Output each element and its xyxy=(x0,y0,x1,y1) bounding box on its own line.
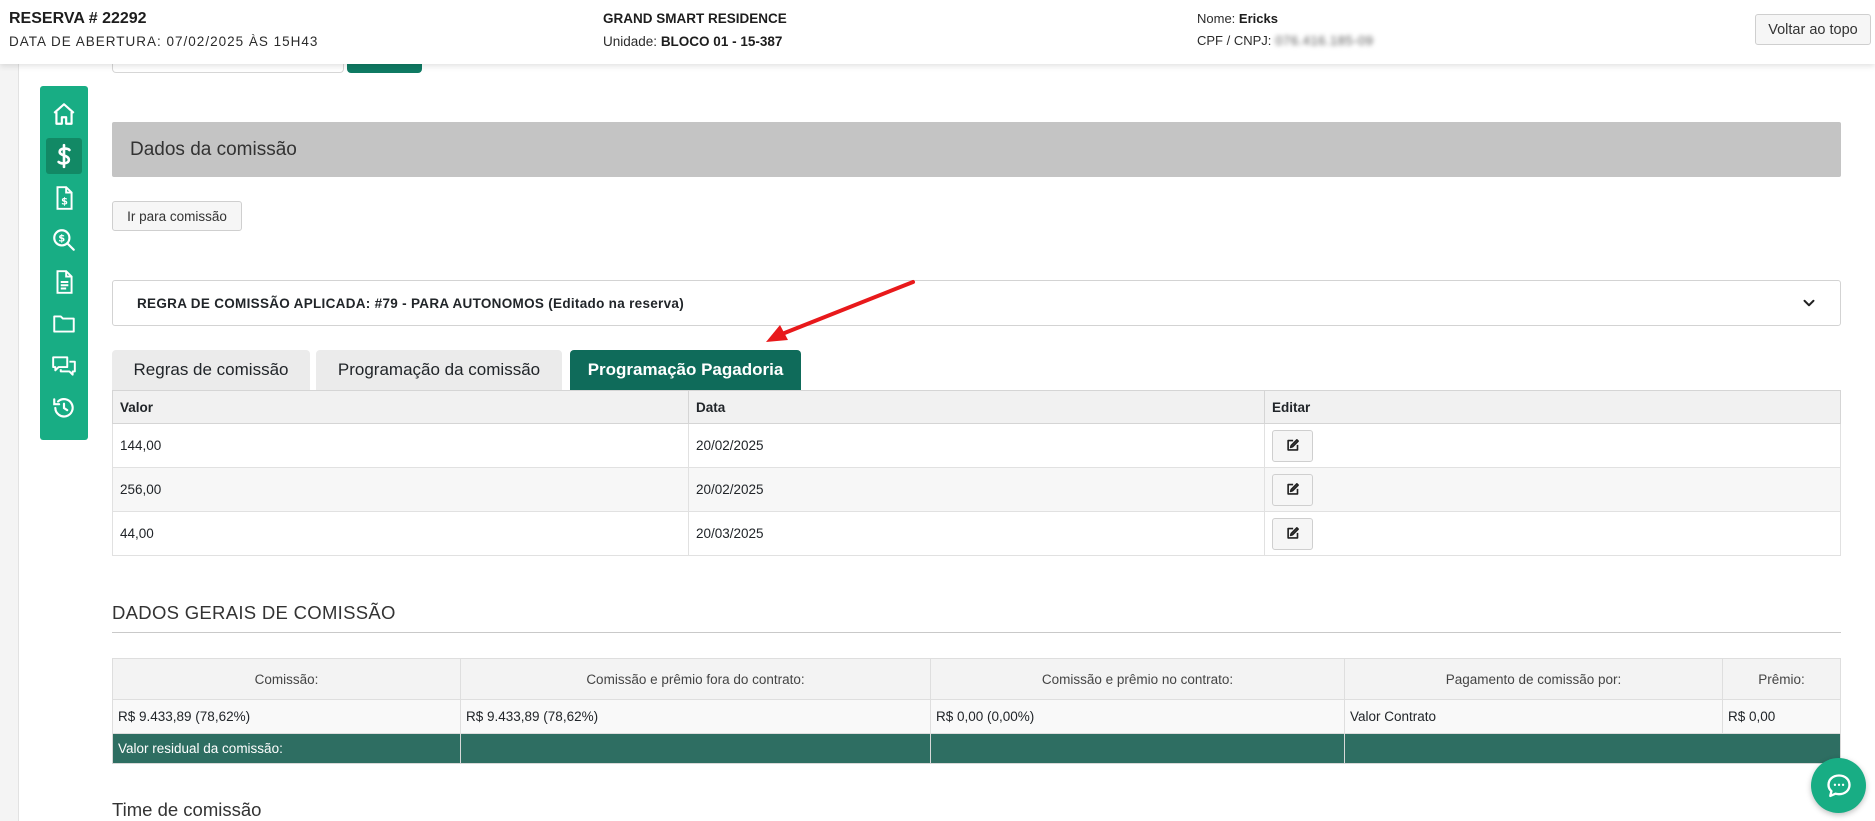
partial-input-field[interactable] xyxy=(112,64,344,73)
cell-data: 20/02/2025 xyxy=(688,423,1265,468)
cell-data: 20/03/2025 xyxy=(688,511,1265,556)
history-icon xyxy=(53,398,74,418)
chat-button[interactable] xyxy=(1811,758,1866,813)
cell-outside-contract: R$ 9.433,89 (78,62%) xyxy=(460,699,931,734)
col-header-data: Data xyxy=(688,390,1265,424)
sidebar-item-invoice[interactable]: $ xyxy=(46,180,82,216)
unit-info: Unidade: BLOCO 01 - 15-387 xyxy=(603,34,782,49)
go-to-commission-button[interactable]: Ir para comissão xyxy=(112,201,242,231)
section-divider xyxy=(112,632,1841,633)
sidebar-item-history[interactable] xyxy=(46,390,82,426)
back-to-top-button[interactable]: Voltar ao topo xyxy=(1755,14,1871,45)
edit-button[interactable] xyxy=(1272,473,1313,506)
cell-valor: 44,00 xyxy=(112,511,689,556)
folder-icon xyxy=(53,315,75,333)
cpf-label: CPF / CNPJ: xyxy=(1197,33,1272,48)
chevron-down-icon xyxy=(1803,299,1815,307)
table-row: 256,00 20/02/2025 xyxy=(112,467,1841,512)
unit-value: BLOCO 01 - 15-387 xyxy=(660,34,783,49)
invoice-dollar-icon: $ xyxy=(56,186,73,210)
edit-button[interactable] xyxy=(1272,517,1313,550)
edit-icon xyxy=(1287,483,1299,495)
dollar-icon xyxy=(57,143,71,169)
cell-in-contract: R$ 0,00 (0,00%) xyxy=(930,699,1345,734)
sidebar-item-comments[interactable] xyxy=(46,348,82,384)
table-row: 144,00 20/02/2025 xyxy=(112,423,1841,468)
cell-valor: 144,00 xyxy=(112,423,689,468)
sidebar-item-document[interactable] xyxy=(46,264,82,300)
svg-text:$: $ xyxy=(58,234,65,245)
cell-valor: 256,00 xyxy=(112,467,689,512)
unit-label: Unidade: xyxy=(603,34,658,49)
cell-data: 20/02/2025 xyxy=(688,467,1265,512)
sidebar-item-search-commission[interactable]: $ xyxy=(46,222,82,258)
cell-edit xyxy=(1264,423,1841,468)
name-value: Ericks xyxy=(1238,11,1278,26)
col-header-valor: Valor xyxy=(112,390,689,424)
sidebar: $ $ xyxy=(40,86,88,440)
col-header-commission: Comissão: xyxy=(112,658,461,700)
residual-label: Valor residual da comissão: xyxy=(112,733,461,764)
tab-payment-schedule[interactable]: Programação Pagadoria xyxy=(570,350,801,390)
col-header-in-contract: Comissão e prêmio no contrato: xyxy=(930,658,1345,700)
comments-icon xyxy=(52,356,76,376)
top-bar: RESERVA # 22292 DATA DE ABERTURA: 07/02/… xyxy=(0,0,1875,64)
home-icon xyxy=(53,103,75,125)
tab-commission-schedule[interactable]: Programação da comissão xyxy=(316,350,562,390)
cell-payment-by: Valor Contrato xyxy=(1344,699,1723,734)
edit-icon xyxy=(1287,439,1299,451)
commission-section-header: Dados da comissão xyxy=(112,122,1841,177)
residual-row: Valor residual da comissão: xyxy=(112,733,1841,764)
sidebar-item-commission[interactable] xyxy=(46,138,82,174)
col-header-editar: Editar xyxy=(1264,390,1841,424)
enterprise-name: GRAND SMART RESIDENCE xyxy=(603,11,787,26)
residual-cell xyxy=(1344,733,1841,764)
commission-rule-collapse[interactable]: REGRA DE COMISSÃO APLICADA: #79 - PARA A… xyxy=(112,280,1841,326)
name-label: Nome: xyxy=(1197,11,1236,26)
chat-bubble-icon xyxy=(1826,773,1851,797)
partial-action-button[interactable] xyxy=(347,64,422,73)
col-header-payment-by: Pagamento de comissão por: xyxy=(1344,658,1723,700)
table-header-row: Comissão: Comissão e prêmio fora do cont… xyxy=(112,658,1841,700)
reservation-title: RESERVA # 22292 xyxy=(9,10,147,27)
edit-icon xyxy=(1287,527,1299,539)
edit-button[interactable] xyxy=(1272,429,1313,462)
residual-cell xyxy=(930,733,1345,764)
payment-schedule-table: Valor Data Editar 144,00 20/02/2025 256,… xyxy=(112,390,1841,556)
residual-cell xyxy=(460,733,931,764)
general-commission-table: Comissão: Comissão e prêmio fora do cont… xyxy=(112,658,1841,764)
opening-date: DATA DE ABERTURA: 07/02/2025 ÀS 15H43 xyxy=(9,34,319,49)
sidebar-item-folder[interactable] xyxy=(46,306,82,342)
cell-edit xyxy=(1264,511,1841,556)
client-name: Nome: Ericks xyxy=(1197,11,1278,26)
sidebar-item-home[interactable] xyxy=(46,96,82,132)
cell-commission: R$ 9.433,89 (78,62%) xyxy=(112,699,461,734)
table-row: 44,00 20/03/2025 xyxy=(112,511,1841,556)
tab-commission-rules[interactable]: Regras de comissão xyxy=(112,350,310,390)
cell-prize: R$ 0,00 xyxy=(1722,699,1841,734)
document-icon xyxy=(56,270,73,294)
cpf-value: 076.416.185-09 xyxy=(1275,33,1374,48)
commission-team-title: Time de comissão xyxy=(112,799,262,820)
table-header-row: Valor Data Editar xyxy=(112,390,1841,424)
annotation-arrow xyxy=(766,280,915,342)
general-commission-title: DADOS GERAIS DE COMISSÃO xyxy=(112,602,396,623)
cell-edit xyxy=(1264,467,1841,512)
svg-text:$: $ xyxy=(61,197,68,208)
search-dollar-icon: $ xyxy=(53,229,75,251)
client-cpf: CPF / CNPJ: 076.416.185-09 xyxy=(1197,33,1374,48)
commission-rule-label: REGRA DE COMISSÃO APLICADA: #79 - PARA A… xyxy=(137,295,685,311)
col-header-prize: Prêmio: xyxy=(1722,658,1841,700)
col-header-outside-contract: Comissão e prêmio fora do contrato: xyxy=(460,658,931,700)
table-row: R$ 9.433,89 (78,62%) R$ 9.433,89 (78,62%… xyxy=(112,699,1841,734)
